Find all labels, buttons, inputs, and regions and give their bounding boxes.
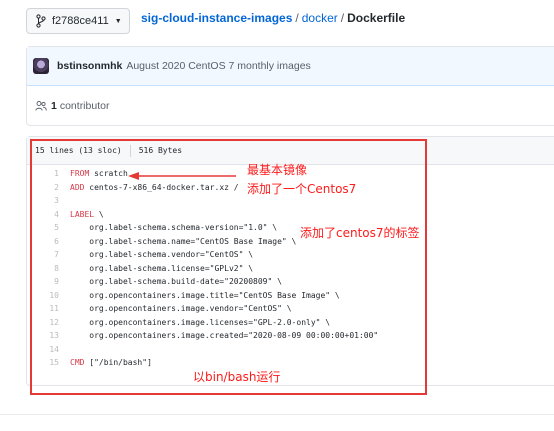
- annotation-base-image: 最基本镜像: [247, 163, 308, 177]
- breadcrumb-folder-link[interactable]: docker: [302, 11, 338, 25]
- annotation-added-labels: 添加了centos7的标签: [300, 226, 420, 240]
- annotation-run-bash: 以bin/bash运行: [193, 370, 281, 384]
- commit-message[interactable]: August 2020 CentOS 7 monthly images: [126, 60, 310, 72]
- breadcrumb-separator: /: [295, 11, 299, 25]
- contributor-label: contributor: [59, 100, 110, 112]
- breadcrumb-file-name: Dockerfile: [347, 11, 406, 25]
- commit-author-link[interactable]: bstinsonmhk: [57, 60, 122, 72]
- branch-select-button[interactable]: f2788ce411 ▼: [26, 8, 130, 34]
- avatar[interactable]: [33, 58, 49, 74]
- contributors-row[interactable]: 1 contributor: [27, 86, 554, 126]
- divider: [0, 414, 554, 415]
- annotation-added-centos: 添加了一个Centos7: [247, 182, 357, 196]
- breadcrumb-repo-link[interactable]: sig-cloud-instance-images: [141, 11, 292, 25]
- breadcrumb-separator: /: [340, 11, 345, 25]
- people-icon: [35, 101, 47, 111]
- annotation-frame: [30, 139, 427, 395]
- breadcrumb: sig-cloud-instance-images / docker / Dockerf…: [141, 10, 405, 26]
- chevron-down-icon: ▼: [114, 17, 122, 25]
- commit-box: bstinsonmhk August 2020 CentOS 7 monthly…: [26, 46, 554, 126]
- git-branch-icon: [36, 14, 46, 28]
- branch-name: f2788ce411: [52, 15, 109, 27]
- latest-commit-row: bstinsonmhk August 2020 CentOS 7 monthly…: [27, 47, 554, 86]
- contributor-count: 1: [51, 100, 57, 112]
